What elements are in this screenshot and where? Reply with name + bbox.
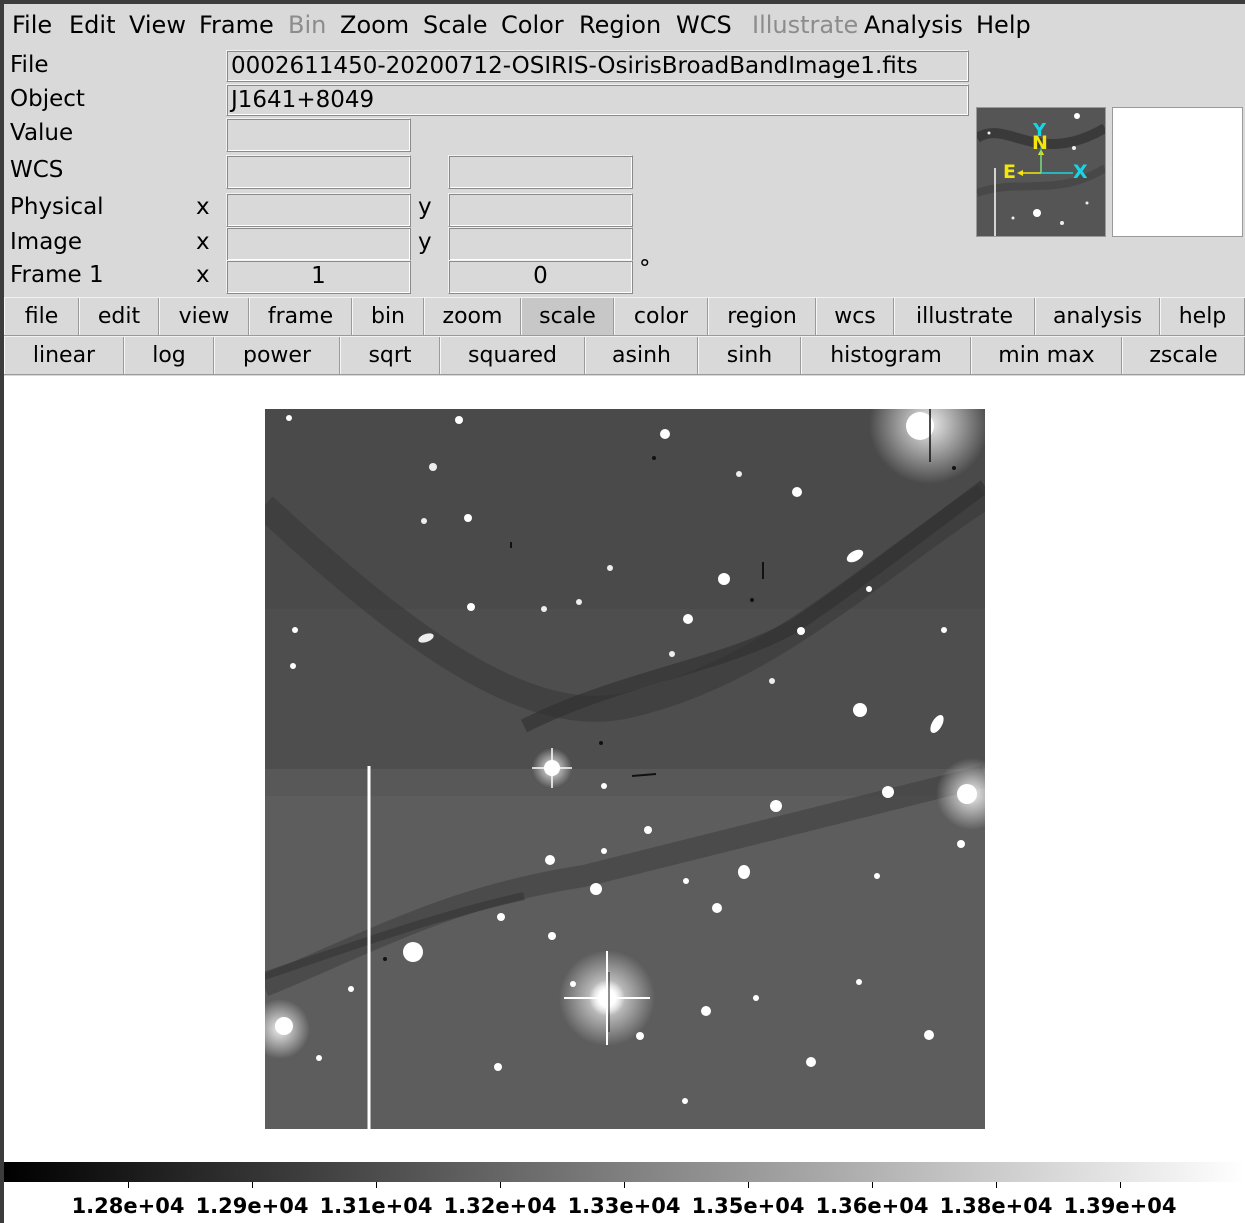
menu-wcs[interactable]: WCS	[676, 8, 732, 42]
scale-sqrt-button[interactable]: sqrt	[340, 337, 440, 374]
image-x-label: x	[196, 229, 210, 255]
scale-button-bar: linear log power sqrt squared asinh sinh…	[4, 336, 1245, 375]
file-name-field: 0002611450-20200712-OSIRIS-OsirisBroadBa…	[226, 50, 969, 82]
button-scale[interactable]: scale	[521, 298, 614, 335]
button-frame[interactable]: frame	[249, 298, 352, 335]
colorbar-tick-label: 1.32e+04	[443, 1194, 557, 1218]
frame-unit-label: °	[639, 256, 651, 282]
scale-linear-button[interactable]: linear	[4, 337, 124, 374]
menu-edit[interactable]: Edit	[69, 8, 115, 42]
magnifier	[1112, 107, 1243, 237]
menu-help[interactable]: Help	[976, 8, 1031, 42]
object-label: Object	[10, 86, 85, 112]
menu-region[interactable]: Region	[579, 8, 661, 42]
button-file[interactable]: file	[4, 298, 79, 335]
fits-image[interactable]	[4, 376, 1245, 1166]
frame-x-field: 1	[226, 260, 411, 294]
menubar: File Edit View Frame Bin Zoom Scale Colo…	[4, 4, 1245, 44]
colorbar-gradient[interactable]	[4, 1162, 1245, 1182]
image-label: Image	[10, 229, 83, 255]
scale-squared-button[interactable]: squared	[440, 337, 585, 374]
image-y-field	[448, 227, 633, 261]
value-field	[226, 118, 411, 152]
scale-histogram-button[interactable]: histogram	[801, 337, 971, 374]
button-illustrate[interactable]: illustrate	[894, 298, 1035, 335]
scale-power-button[interactable]: power	[214, 337, 340, 374]
frame-label: Frame 1	[10, 262, 104, 288]
menu-scale[interactable]: Scale	[423, 8, 488, 42]
button-help[interactable]: help	[1160, 298, 1245, 335]
file-label: File	[10, 52, 49, 78]
button-edit[interactable]: edit	[79, 298, 159, 335]
panner-thumbnail[interactable]: E N Y X	[976, 107, 1106, 237]
scale-minmax-button[interactable]: min max	[971, 337, 1122, 374]
physical-x-label: x	[196, 194, 210, 220]
frame-x-label: x	[196, 262, 210, 288]
frame-y-field: 0	[448, 260, 633, 294]
colorbar-tick-label: 1.39e+04	[1063, 1194, 1177, 1218]
colorbar-tick-label: 1.33e+04	[567, 1194, 681, 1218]
scale-log-button[interactable]: log	[124, 337, 214, 374]
colorbar-tick-label: 1.29e+04	[195, 1194, 309, 1218]
image-y-label: y	[418, 229, 432, 255]
menu-frame[interactable]: Frame	[199, 8, 274, 42]
object-field: J1641+8049	[226, 84, 969, 116]
menu-bin: Bin	[288, 11, 327, 39]
scale-asinh-button[interactable]: asinh	[585, 337, 698, 374]
value-label: Value	[10, 120, 74, 146]
compass-e-label: E	[1003, 161, 1016, 183]
colorbar-tick-label: 1.38e+04	[939, 1194, 1053, 1218]
button-bar: file edit view frame bin zoom scale colo…	[4, 297, 1245, 336]
button-region[interactable]: region	[708, 298, 816, 335]
button-bin[interactable]: bin	[352, 298, 424, 335]
colorbar-tick-label: 1.31e+04	[319, 1194, 433, 1218]
scale-zscale-button[interactable]: zscale	[1122, 337, 1245, 374]
button-view[interactable]: view	[159, 298, 249, 335]
axis-y-label: Y	[1033, 120, 1047, 141]
button-color[interactable]: color	[614, 298, 708, 335]
button-wcs[interactable]: wcs	[816, 298, 894, 335]
axis-x-label: X	[1073, 161, 1088, 183]
button-analysis[interactable]: analysis	[1035, 298, 1160, 335]
button-zoom[interactable]: zoom	[424, 298, 521, 335]
menu-file[interactable]: File	[12, 8, 52, 42]
menu-view[interactable]: View	[129, 8, 186, 42]
physical-y-field	[448, 193, 633, 227]
colorbar-tick-label: 1.36e+04	[815, 1194, 929, 1218]
physical-x-field	[226, 193, 411, 227]
menu-zoom[interactable]: Zoom	[340, 8, 409, 42]
wcs-label: WCS	[10, 157, 64, 183]
colorbar-tick-label: 1.35e+04	[691, 1194, 805, 1218]
info-panel: File 0002611450-20200712-OSIRIS-OsirisBr…	[4, 44, 1245, 296]
wcs-field-2	[448, 155, 633, 189]
colorbar[interactable]: 1.28e+04 1.29e+04 1.31e+04 1.32e+04 1.33…	[4, 1162, 1245, 1223]
physical-label: Physical	[10, 194, 104, 220]
image-x-field	[226, 227, 411, 261]
menu-illustrate: Illustrate	[752, 11, 859, 39]
physical-y-label: y	[418, 194, 432, 220]
scale-sinh-button[interactable]: sinh	[698, 337, 801, 374]
colorbar-tick-label: 1.28e+04	[71, 1194, 185, 1218]
image-display[interactable]	[4, 376, 1245, 1166]
wcs-field-1	[226, 155, 411, 189]
menu-analysis[interactable]: Analysis	[864, 8, 963, 42]
ds9-window: File Edit View Frame Bin Zoom Scale Colo…	[0, 0, 1245, 1223]
menu-color[interactable]: Color	[501, 8, 564, 42]
